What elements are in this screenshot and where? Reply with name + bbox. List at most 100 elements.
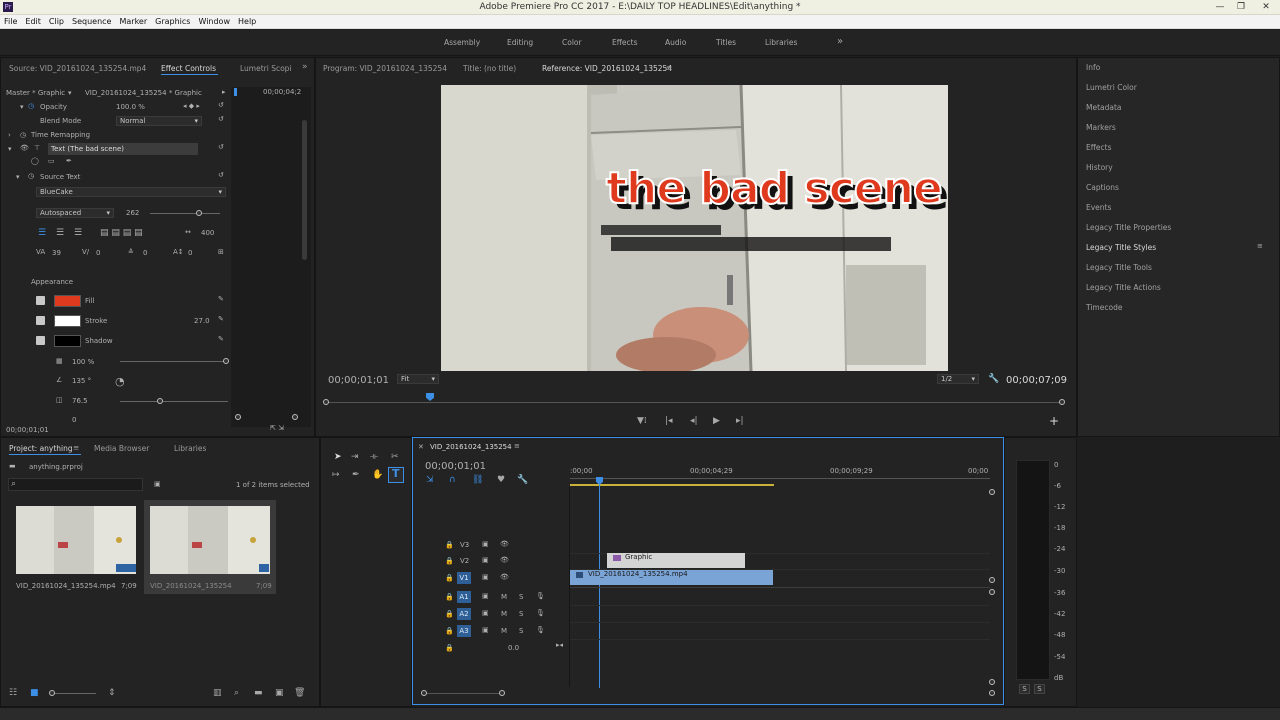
align-right-icon[interactable]: ☰ [74, 228, 82, 238]
voiceover-mic-icon[interactable]: 🎙 [536, 592, 545, 600]
panel-effects[interactable]: Effects [1086, 143, 1112, 152]
panel-history[interactable]: History [1086, 163, 1113, 172]
resolution-dropdown[interactable]: 1/2 ▾ [937, 374, 979, 384]
panel-events[interactable]: Events [1086, 203, 1111, 212]
eyedropper-icon[interactable]: ✎ [218, 295, 224, 303]
workspace-audio[interactable]: Audio [665, 38, 686, 47]
close-button[interactable]: ✕ [1254, 0, 1278, 14]
kerning-value[interactable]: 39 [52, 249, 61, 257]
angle-dial-icon[interactable]: ◔ [115, 375, 125, 388]
menu-clip[interactable]: Clip [45, 15, 68, 29]
shadow-distance-value[interactable]: 76.5 [72, 397, 88, 405]
solo-right-button[interactable]: S [1034, 684, 1045, 694]
video-clip-v1[interactable]: VID_20161024_135254.mp4 [570, 570, 773, 585]
fill-checkbox[interactable] [36, 296, 45, 305]
thumbnail-zoom-slider[interactable] [52, 693, 96, 694]
master-clip-label[interactable]: Master * Graphic [6, 89, 65, 97]
new-item-icon[interactable]: ▣ [275, 688, 284, 698]
track-lock-icon[interactable]: 🔒 [445, 593, 454, 601]
tab-media-browser[interactable]: Media Browser [94, 444, 149, 453]
sort-icon[interactable]: ⇕ [108, 688, 116, 698]
slip-tool-icon[interactable]: ↦ [332, 470, 340, 480]
tab-program[interactable]: Program: VID_20161024_135254 [323, 64, 447, 73]
fill-color-swatch[interactable] [54, 295, 81, 307]
track-select-tool-icon[interactable]: ⇥ [351, 452, 359, 462]
trash-icon[interactable]: 🗑 [294, 688, 305, 698]
track-label-a1[interactable]: A1 [457, 591, 471, 603]
stroke-width-value[interactable]: 27.0 [194, 317, 210, 325]
tab-project[interactable]: Project: anything [9, 444, 73, 453]
ec-zoom-left-handle[interactable] [235, 414, 241, 420]
ec-current-timecode[interactable]: 00;00;01;01 [6, 426, 49, 434]
panel-overflow-icon[interactable]: » [302, 62, 308, 72]
ripple-edit-tool-icon[interactable]: ⟛ [370, 452, 378, 462]
collapse-arrow-icon[interactable]: ▾ [16, 173, 20, 181]
clip-label[interactable]: VID_20161024_135254 * Graphic [85, 89, 202, 97]
timeline-horizontal-scroll[interactable] [425, 693, 503, 694]
workspace-assembly[interactable]: Assembly [444, 38, 480, 47]
track-label-a2[interactable]: A2 [457, 608, 471, 620]
panel-markers[interactable]: Markers [1086, 123, 1116, 132]
tab-source[interactable]: Source: VID_20161024_135254.mp4 [9, 64, 146, 73]
shadow-color-swatch[interactable] [54, 335, 81, 347]
program-current-time[interactable]: 00;00;01;01 [328, 375, 389, 386]
ec-bottom-icons[interactable]: ⇱ ⇲ [270, 424, 284, 432]
track-label-v3[interactable]: V3 [460, 541, 469, 549]
sync-lock-icon[interactable]: ▣ [482, 573, 489, 581]
list-view-icon[interactable]: ☷ [9, 688, 17, 698]
leading-value[interactable]: 0 [143, 249, 147, 257]
reset-icon[interactable]: ↺ [218, 143, 224, 151]
insert-marker-icon[interactable]: ▼⁞ [637, 416, 647, 426]
hand-tool-icon[interactable]: ✋ [372, 470, 383, 480]
font-size-slider[interactable] [150, 213, 220, 214]
workspace-color[interactable]: Color [562, 38, 582, 47]
panel-legacy-title-properties[interactable]: Legacy Title Properties [1086, 223, 1171, 232]
type-tool-button[interactable]: T [388, 467, 404, 483]
ec-scrollbar[interactable] [302, 120, 307, 260]
scrubber-right-handle[interactable] [1059, 399, 1065, 405]
sync-lock-icon[interactable]: ▣ [482, 540, 489, 548]
tab-title[interactable]: Title: (no title) [463, 64, 516, 73]
stroke-checkbox[interactable] [36, 316, 45, 325]
reset-icon[interactable]: ↺ [218, 171, 224, 179]
zoom-fit-dropdown[interactable]: Fit ▾ [397, 374, 439, 384]
workspace-libraries[interactable]: Libraries [765, 38, 797, 47]
time-ruler[interactable] [570, 478, 990, 479]
tab-effect-controls[interactable]: Effect Controls [161, 64, 216, 73]
menu-graphics[interactable]: Graphics [151, 15, 194, 29]
pen-tool-icon[interactable]: ✒ [352, 470, 360, 480]
solo-button[interactable]: S [519, 593, 523, 601]
ec-playhead[interactable] [234, 88, 237, 96]
track-lock-icon[interactable]: 🔒 [445, 574, 454, 582]
font-size-value[interactable]: 262 [126, 209, 139, 217]
vertical-zoom-handle[interactable] [989, 577, 995, 583]
play-only-icon[interactable]: ▸ [222, 88, 226, 96]
solo-button[interactable]: S [519, 610, 523, 618]
ec-zoom-right-handle[interactable] [292, 414, 298, 420]
overlay-title-text[interactable]: the bad scene [605, 162, 944, 215]
panel-menu-icon[interactable]: ≡ [666, 63, 672, 72]
track-label-a3[interactable]: A3 [457, 625, 471, 637]
tab-reference[interactable]: Reference: VID_20161024_135254 [542, 64, 672, 73]
voiceover-mic-icon[interactable]: 🎙 [536, 609, 545, 617]
snap-magnet-icon[interactable]: ∩ [449, 475, 456, 485]
vertical-zoom-handle[interactable] [989, 679, 995, 685]
horizontal-scroll-end-handle[interactable] [989, 690, 995, 696]
button-editor-plus-icon[interactable]: + [1049, 415, 1059, 427]
shadow-distance-knob[interactable] [157, 398, 163, 404]
workspace-editing[interactable]: Editing [507, 38, 533, 47]
align-center-icon[interactable]: ☰ [56, 228, 64, 238]
horizontal-zoom-right-handle[interactable] [499, 690, 505, 696]
eyedropper-icon[interactable]: ✎ [218, 335, 224, 343]
track-label-v1[interactable]: V1 [457, 572, 471, 584]
shadow-checkbox[interactable] [36, 336, 45, 345]
horizontal-zoom-left-handle[interactable] [421, 690, 427, 696]
tab-lumetri-scopes[interactable]: Lumetri Scopi [240, 64, 292, 73]
blend-mode-dropdown[interactable]: Normal ▾ [116, 116, 202, 126]
linked-selection-icon[interactable]: ⛓ [472, 475, 483, 485]
play-icon[interactable]: ▶ [713, 416, 720, 426]
panel-lumetri-color[interactable]: Lumetri Color [1086, 83, 1137, 92]
workspace-titles[interactable]: Titles [716, 38, 736, 47]
track-lock-icon[interactable]: 🔒 [445, 557, 454, 565]
vertical-zoom-handle[interactable] [989, 589, 995, 595]
